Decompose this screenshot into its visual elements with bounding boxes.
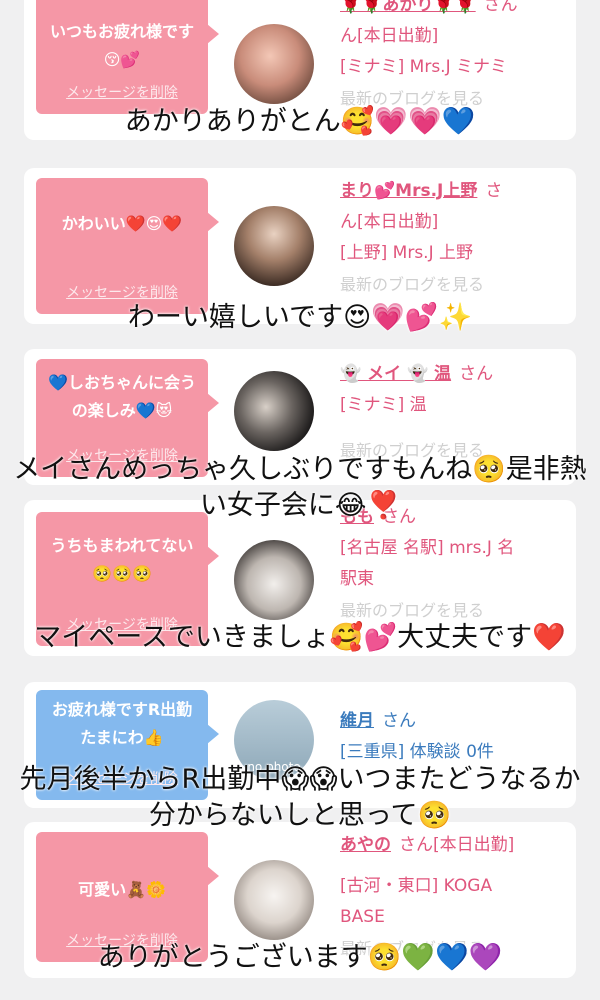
- shop-name: [古河・東口] KOGA: [340, 876, 493, 896]
- shop-name: [名古屋 名駅] mrs.J 名: [340, 538, 515, 558]
- honorific: さん[本日出勤]: [399, 835, 515, 855]
- message-bubble: かわいい❤️😍❤️ メッセージを削除: [36, 178, 219, 314]
- cast-name-link[interactable]: 👻 メイ 👻 温: [340, 364, 451, 384]
- message-text: いつもお疲れ様です😚💕: [49, 22, 194, 69]
- cast-info: 維月 さん [三重県] 体験談 0件: [340, 706, 566, 768]
- cast-info: まり💕Mrs.J上野さ ん[本日出勤] [上野] Mrs.J 上野 最新のブログ…: [340, 176, 566, 300]
- shop-name: [ミナミ] 温: [340, 395, 427, 415]
- message-text: かわいい❤️😍❤️: [61, 214, 183, 233]
- cast-name-link[interactable]: 🌹🌹あかり🌹🌹: [340, 0, 476, 15]
- caption-overlay-2: わーい嬉しいです😍💗💕✨: [127, 302, 473, 333]
- avatar[interactable]: [234, 371, 314, 451]
- blog-link[interactable]: 最新のブログを見る: [340, 269, 566, 300]
- message-text: お疲れ様ですR出勤たまにわ👍: [51, 700, 193, 747]
- cast-info: 👻 メイ 👻 温さん [ミナミ] 温 最新のブログを見る: [340, 359, 566, 466]
- cast-name-link[interactable]: あやの: [340, 835, 391, 855]
- cast-name-link[interactable]: まり💕Mrs.J上野: [340, 181, 477, 201]
- avatar[interactable]: [234, 860, 314, 940]
- honorific: さん: [483, 0, 518, 15]
- caption-overlay-1: あかりありがとん🥰💗💗💙: [124, 106, 476, 137]
- shop-name: [上野] Mrs.J 上野: [340, 243, 474, 263]
- cast-name-link[interactable]: 維月: [340, 711, 374, 731]
- honorific: さん: [459, 364, 494, 384]
- message-text: 可愛い🧸🌼: [78, 880, 166, 899]
- work-status: ん[本日出勤]: [340, 26, 439, 46]
- honorific: さ: [485, 181, 503, 201]
- shop-name: [ミナミ] Mrs.J ミナミ: [340, 57, 508, 77]
- work-status: ん[本日出勤]: [340, 212, 439, 232]
- shop-name-cont: 駅東: [340, 569, 374, 589]
- delete-message-link[interactable]: メッセージを削除: [36, 82, 208, 102]
- caption-overlay-5: 先月後半からR出勤中😱😱いつまたどうなるか分からないしと思って🥺: [19, 764, 581, 831]
- message-bubble: いつもお疲れ様です😚💕 メッセージを削除: [36, 0, 219, 114]
- avatar[interactable]: [234, 24, 314, 104]
- honorific: さん: [382, 711, 416, 731]
- caption-overlay-4: マイペースでいきましょ🥰💕大丈夫です❤️: [34, 622, 566, 653]
- avatar[interactable]: [234, 540, 314, 620]
- shop-name-cont: BASE: [340, 907, 385, 927]
- message-text: うちもまわれてない🥺🥺🥺: [50, 536, 194, 583]
- message-text: 💙しおちゃんに会うの楽しみ💙😻: [48, 373, 196, 420]
- cast-info: 🌹🌹あかり🌹🌹 さん ん[本日出勤] [ミナミ] Mrs.J ミナミ 最新のブログ…: [340, 0, 566, 114]
- caption-overlay-6: ありがとうございます🥺💚💙💜: [97, 942, 503, 973]
- avatar[interactable]: [234, 206, 314, 286]
- delete-message-link[interactable]: メッセージを削除: [36, 282, 208, 302]
- caption-overlay-3: メイさんめっちゃ久しぶりですもんね🥺是非熱い女子会に😂❣️: [13, 454, 587, 521]
